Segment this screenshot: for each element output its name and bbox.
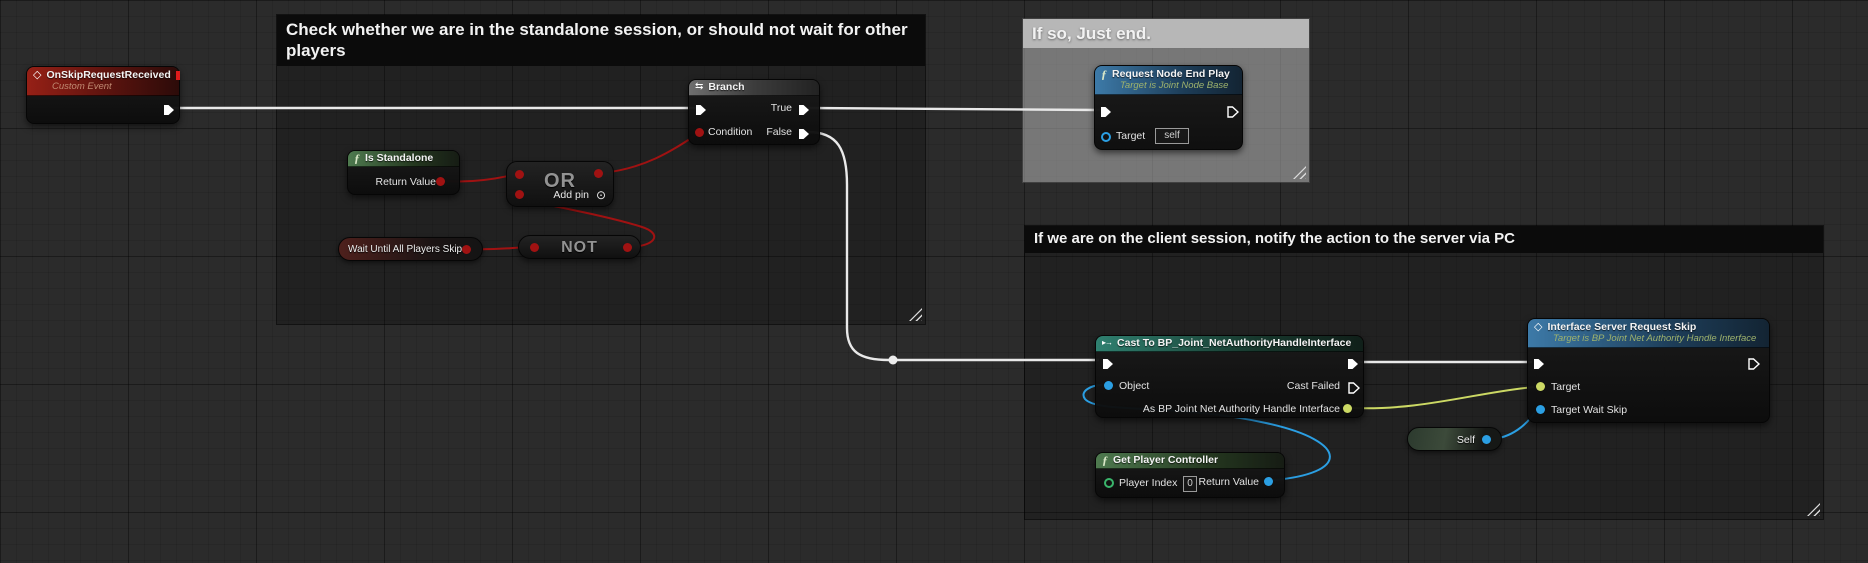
exec-out-pin[interactable]: [1748, 357, 1760, 369]
true-pin-label: True: [771, 102, 792, 115]
node-get-player-controller[interactable]: ƒ Get Player Controller Player Index 0 R…: [1095, 452, 1285, 498]
variable-label: Wait Until All Players Skips: [348, 244, 467, 256]
custom-event-icon: ◇: [33, 70, 41, 81]
function-icon: ƒ: [1101, 68, 1107, 80]
comment-client-notify-title[interactable]: If we are on the client session, notify …: [1025, 226, 1823, 253]
node-title: Request Node End Play: [1112, 68, 1230, 80]
node-interface-server-request-skip[interactable]: ◇ Interface Server Request Skip Target i…: [1527, 318, 1770, 423]
node-request-node-end-play[interactable]: ƒ Request Node End Play Target is Joint …: [1094, 65, 1243, 150]
false-exec-out-pin[interactable]: [798, 127, 810, 139]
target-wait-skip-label: Target Wait Skip: [1551, 404, 1627, 417]
target-pin[interactable]: [1101, 132, 1111, 142]
cast-icon: ▸→: [1102, 339, 1112, 347]
target-pin[interactable]: [1536, 382, 1545, 391]
condition-pin[interactable]: [695, 128, 704, 137]
comment-just-end-title[interactable]: If so, Just end.: [1023, 19, 1309, 48]
comment-resize-handle[interactable]: [909, 308, 922, 321]
cast-failed-label: Cast Failed: [1287, 380, 1340, 393]
as-interface-label: As BP Joint Net Authority Handle Interfa…: [1143, 403, 1340, 416]
node-title: Branch: [708, 81, 744, 93]
node-title: Cast To BP_Joint_NetAuthorityHandleInter…: [1117, 337, 1351, 349]
node-not[interactable]: NOT: [518, 235, 641, 259]
return-value-pin[interactable]: [1264, 477, 1273, 486]
node-on-skip-request-received[interactable]: ◇ OnSkipRequestReceived Custom Event: [26, 66, 180, 124]
comment-standalone-check-title[interactable]: Check whether we are in the standalone s…: [277, 15, 925, 66]
or-input-pin-2[interactable]: [515, 190, 524, 199]
comment-resize-handle[interactable]: [1807, 503, 1820, 516]
event-binding-icon[interactable]: [176, 71, 180, 80]
node-subtitle: Target is BP Joint Net Authority Handle …: [1534, 333, 1762, 344]
not-output-pin[interactable]: [623, 243, 632, 252]
node-title: Get Player Controller: [1113, 454, 1218, 466]
return-value-label: Return Value: [375, 176, 436, 189]
return-value-pin[interactable]: [436, 177, 445, 186]
blueprint-canvas[interactable]: { "comments": { "standalone_check": { "t…: [0, 0, 1868, 563]
reroute-node[interactable]: [889, 356, 898, 365]
exec-out-pin[interactable]: [163, 103, 175, 115]
node-subtitle: Target is Joint Node Base: [1101, 80, 1235, 91]
object-pin[interactable]: [1104, 381, 1113, 390]
exec-out-pin[interactable]: [1347, 357, 1359, 369]
node-subtitle: Custom Event: [33, 81, 172, 92]
node-title: OnSkipRequestReceived: [46, 69, 170, 81]
function-icon: ƒ: [354, 152, 360, 164]
node-branch[interactable]: ⇆ Branch True Condition False: [688, 79, 820, 145]
interface-event-icon: ◇: [1534, 322, 1542, 333]
add-pin-label: Add pin: [553, 189, 589, 201]
exec-in-pin[interactable]: [1533, 357, 1545, 369]
branch-icon: ⇆: [695, 82, 703, 92]
object-pin-label: Object: [1119, 380, 1149, 393]
player-index-pin[interactable]: [1104, 478, 1114, 488]
player-index-input[interactable]: 0: [1183, 476, 1197, 492]
target-pin-label: Target: [1116, 130, 1145, 143]
exec-in-pin[interactable]: [1102, 357, 1114, 369]
condition-pin-label: Condition: [708, 126, 752, 139]
node-is-standalone[interactable]: ƒ Is Standalone Return Value: [347, 150, 460, 195]
exec-in-pin[interactable]: [1100, 105, 1112, 117]
variable-label: Self: [1457, 434, 1475, 446]
node-self[interactable]: Self: [1407, 427, 1502, 451]
node-or[interactable]: OR Add pin ⊙: [506, 161, 614, 207]
or-output-pin[interactable]: [594, 169, 603, 178]
function-icon: ƒ: [1102, 454, 1108, 466]
node-cast-to-bp-joint-netauthorityhandleinterface[interactable]: ▸→ Cast To BP_Joint_NetAuthorityHandleIn…: [1095, 335, 1364, 418]
node-title: Is Standalone: [365, 152, 433, 164]
target-pin-label: Target: [1551, 381, 1580, 394]
bool-out-pin[interactable]: [462, 245, 471, 254]
add-pin-icon[interactable]: ⊙: [596, 188, 606, 202]
exec-out-pin[interactable]: [1227, 105, 1239, 117]
true-exec-out-pin[interactable]: [798, 103, 810, 115]
node-title: Interface Server Request Skip: [1547, 321, 1696, 333]
comment-resize-handle[interactable]: [1293, 166, 1306, 179]
cast-failed-exec-pin[interactable]: [1348, 381, 1360, 393]
as-interface-pin[interactable]: [1343, 404, 1352, 413]
exec-in-pin[interactable]: [695, 103, 707, 115]
false-pin-label: False: [766, 126, 792, 139]
not-input-pin[interactable]: [530, 243, 539, 252]
player-index-label: Player Index: [1119, 477, 1177, 490]
target-wait-skip-pin[interactable]: [1536, 405, 1545, 414]
target-value-input[interactable]: self: [1155, 128, 1189, 144]
or-input-pin-1[interactable]: [515, 170, 524, 179]
self-out-pin[interactable]: [1482, 435, 1491, 444]
node-wait-until-all-players-skips[interactable]: Wait Until All Players Skips: [338, 237, 483, 261]
return-value-label: Return Value: [1198, 476, 1259, 489]
